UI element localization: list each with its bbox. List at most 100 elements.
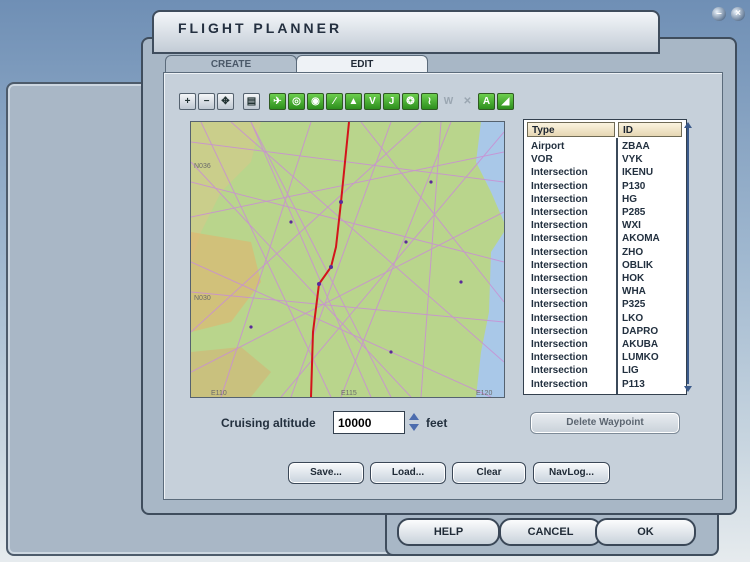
spin-up-icon[interactable] [409, 413, 419, 420]
ok-button[interactable]: OK [595, 518, 696, 546]
waypoint-row[interactable]: Intersection AKUBA [524, 338, 682, 351]
ndb-filter-icon[interactable]: ◉ [307, 93, 324, 110]
waypoint-type: VOR [531, 154, 553, 166]
waypoint-id: P113 [622, 378, 645, 390]
map-label: E110 [211, 390, 227, 397]
waypoint-type: Intersection [531, 220, 588, 232]
waypoint-id: WXI [622, 220, 641, 232]
minimize-icon[interactable]: – [712, 7, 726, 21]
delete-waypoint-button[interactable]: Delete Waypoint [530, 412, 680, 434]
waypoint-scrollbar[interactable] [684, 122, 693, 392]
close-icon[interactable]: × [731, 7, 745, 21]
vor-filter-icon[interactable]: ◎ [288, 93, 305, 110]
waypoint-row[interactable]: Intersection DAPRO [524, 325, 682, 338]
waypoint-row[interactable]: Intersection OBLIK [524, 259, 682, 272]
waypoint-id: HOK [622, 273, 645, 284]
waypoint-row[interactable]: Intersection LKO [524, 312, 682, 325]
waypoint-id: DAPRO [622, 325, 659, 337]
waypoint-row[interactable]: VOR VYK [524, 153, 682, 166]
map-label: E120 [476, 390, 492, 397]
center-map-icon[interactable]: ✥ [217, 93, 234, 110]
waypoint-type: Intersection [531, 286, 588, 298]
dialog-titlebar: FLIGHT PLANNER [152, 10, 660, 54]
victor-airways-icon[interactable]: V [364, 93, 381, 110]
waypoint-row[interactable]: Intersection HG [524, 193, 682, 206]
weather-icon[interactable]: ❂ [402, 93, 419, 110]
column-header-id[interactable]: ID [618, 122, 682, 137]
waypoint-row[interactable]: Intersection AKOMA [524, 232, 682, 245]
cancel-button[interactable]: CANCEL [499, 518, 602, 546]
waypoint-type: Intersection [531, 312, 588, 324]
navlog-button[interactable]: NavLog... [533, 462, 610, 484]
map-toolbar: + − ✥ ▤ ✈ ◎ ◉ ∕ ▲ V J ❂ ≀ W ✕ A ◢ [179, 93, 514, 111]
waypoint-row[interactable]: Intersection P130 [524, 180, 682, 193]
terrain-icon[interactable]: ◢ [497, 93, 514, 110]
waypoint-id: LUMKO [622, 352, 659, 364]
zoom-out-icon[interactable]: − [198, 93, 215, 110]
waypoint-id: AKOMA [622, 233, 660, 245]
waypoint-type: Intersection [531, 180, 588, 192]
waypoint-type: Intersection [531, 378, 588, 390]
waypoint-row[interactable]: Intersection LUMKO [524, 351, 682, 364]
waypoint-id: VYK [622, 154, 643, 166]
print-icon[interactable]: ▤ [243, 93, 260, 110]
waypoint-id: WHA [622, 286, 646, 298]
waypoint-type: Intersection [531, 325, 588, 337]
waypoint-row[interactable]: Intersection WXI [524, 219, 682, 232]
waypoint-type: Intersection [531, 299, 588, 311]
waypoint-row[interactable]: Intersection IKENU [524, 166, 682, 179]
waypoint-type: Intersection [531, 233, 588, 245]
map-label: N036 [194, 163, 211, 170]
waypoint-id: LIG [622, 365, 639, 377]
waypoint-id: P285 [622, 207, 646, 218]
waypoint-row[interactable]: Intersection WHA [524, 285, 682, 298]
waypoint-type: Intersection [531, 339, 588, 350]
waypoint-type: Intersection [531, 246, 588, 258]
waypoint-type: Intersection [531, 167, 588, 179]
map-label: N030 [194, 295, 211, 302]
waypoint-list[interactable]: Type ID Airport ZBAA VOR VYK Intersection IKE… [523, 119, 687, 395]
waypoint-type: Airport [531, 141, 565, 152]
clear-button[interactable]: Clear [452, 462, 526, 484]
route-map[interactable]: N036 N030 E110 E115 E120 [190, 121, 505, 398]
altitude-spinner[interactable] [408, 413, 420, 433]
waypoint-type: Intersection [531, 259, 588, 271]
zoom-in-icon[interactable]: + [179, 93, 196, 110]
waypoint-row[interactable]: Intersection P285 [524, 206, 682, 219]
waypoint-id: IKENU [622, 167, 654, 179]
save-button[interactable]: Save... [288, 462, 364, 484]
map-canvas: N036 N030 E110 E115 E120 [191, 122, 504, 397]
waypoint-disabled-icon: W [443, 96, 454, 107]
waypoint-row[interactable]: Intersection HOK [524, 272, 682, 285]
airport-filter-icon[interactable]: ✈ [269, 93, 286, 110]
waypoint-row[interactable]: Intersection P113 [524, 378, 682, 391]
jet-airways-icon[interactable]: J [383, 93, 400, 110]
help-button[interactable]: HELP [397, 518, 500, 546]
waypoint-id: HG [622, 193, 637, 205]
intersection-filter-icon[interactable]: ▲ [345, 93, 362, 110]
scroll-down-icon[interactable] [684, 386, 692, 392]
waypoint-id: LKO [622, 312, 644, 324]
labels-icon[interactable]: A [478, 93, 495, 110]
waypoint-row[interactable]: Intersection P325 [524, 298, 682, 311]
waypoint-id: ZHO [622, 246, 644, 258]
waypoint-id: AKUBA [622, 339, 659, 350]
waypoint-type: Intersection [531, 365, 588, 377]
column-header-type[interactable]: Type [527, 122, 615, 137]
waypoint-id: OBLIK [622, 259, 654, 271]
scroll-track[interactable] [687, 128, 689, 384]
spin-down-icon[interactable] [409, 424, 419, 431]
route-icon[interactable]: ≀ [421, 93, 438, 110]
load-button[interactable]: Load... [370, 462, 446, 484]
waypoint-id: ZBAA [622, 141, 650, 152]
map-label: E115 [341, 390, 357, 397]
ils-filter-icon[interactable]: ∕ [326, 93, 343, 110]
cruising-altitude-input[interactable] [333, 411, 405, 434]
remove-disabled-icon: ✕ [463, 96, 472, 107]
waypoint-id: P130 [622, 180, 646, 192]
waypoint-row[interactable]: Airport ZBAA [524, 140, 682, 153]
waypoint-type: Intersection [531, 207, 588, 218]
waypoint-row[interactable]: Intersection LIG [524, 364, 682, 377]
waypoint-type: Intersection [531, 273, 588, 284]
waypoint-row[interactable]: Intersection ZHO [524, 246, 682, 259]
